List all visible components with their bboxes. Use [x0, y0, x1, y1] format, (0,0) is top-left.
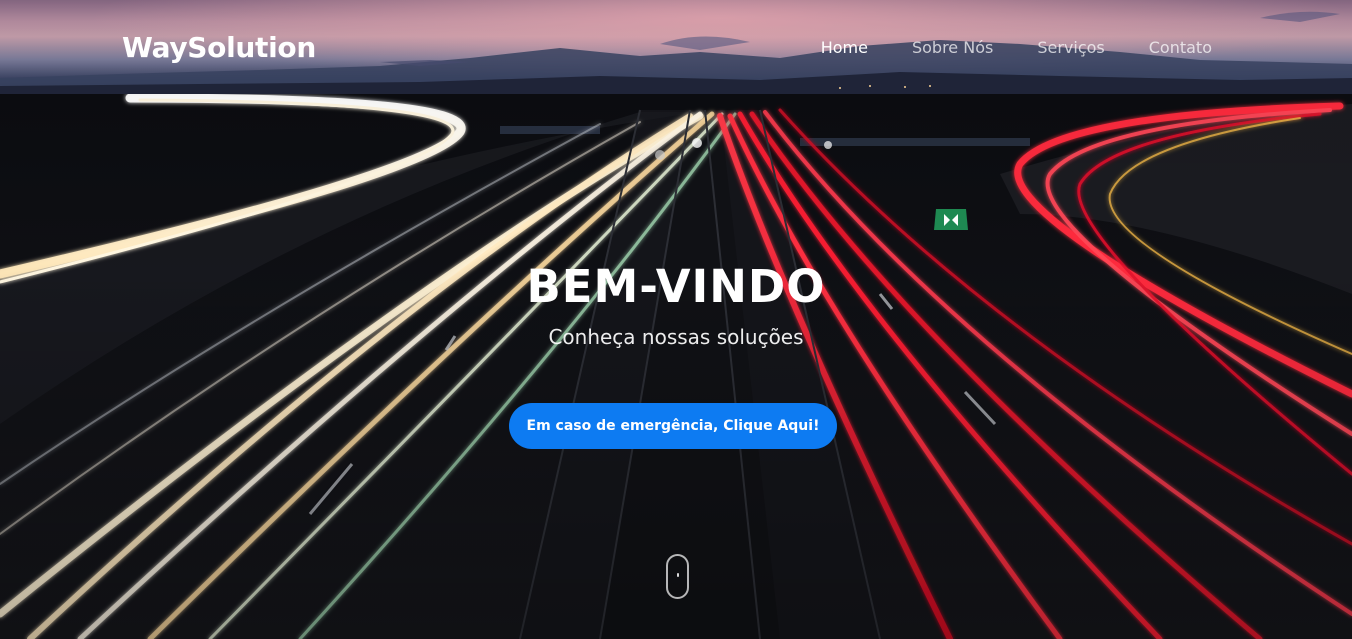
brand-logo-link[interactable]: WaySolution [122, 31, 316, 64]
navbar: WaySolution Home Sobre Nós Serviços Cont… [0, 0, 1352, 96]
emergency-cta-button[interactable]: Em caso de emergência, Clique Aqui! [509, 403, 837, 449]
scroll-wheel-dot [677, 573, 679, 577]
hero-subtitle: Conheça nossas soluções [548, 325, 804, 349]
hero-content: BEM-VINDO Conheça nossas soluções [0, 258, 1352, 350]
hero-section: WaySolution Home Sobre Nós Serviços Cont… [0, 0, 1352, 639]
nav-link-servicos[interactable]: Serviços [1015, 38, 1126, 57]
mouse-scroll-icon[interactable] [666, 554, 689, 599]
nav-link-sobre-nos[interactable]: Sobre Nós [890, 38, 1015, 57]
nav-link-contato[interactable]: Contato [1127, 38, 1234, 57]
nav-link-home[interactable]: Home [799, 38, 890, 57]
nav-menu: Home Sobre Nós Serviços Contato [799, 38, 1234, 57]
hero-title: BEM-VINDO [526, 260, 826, 313]
